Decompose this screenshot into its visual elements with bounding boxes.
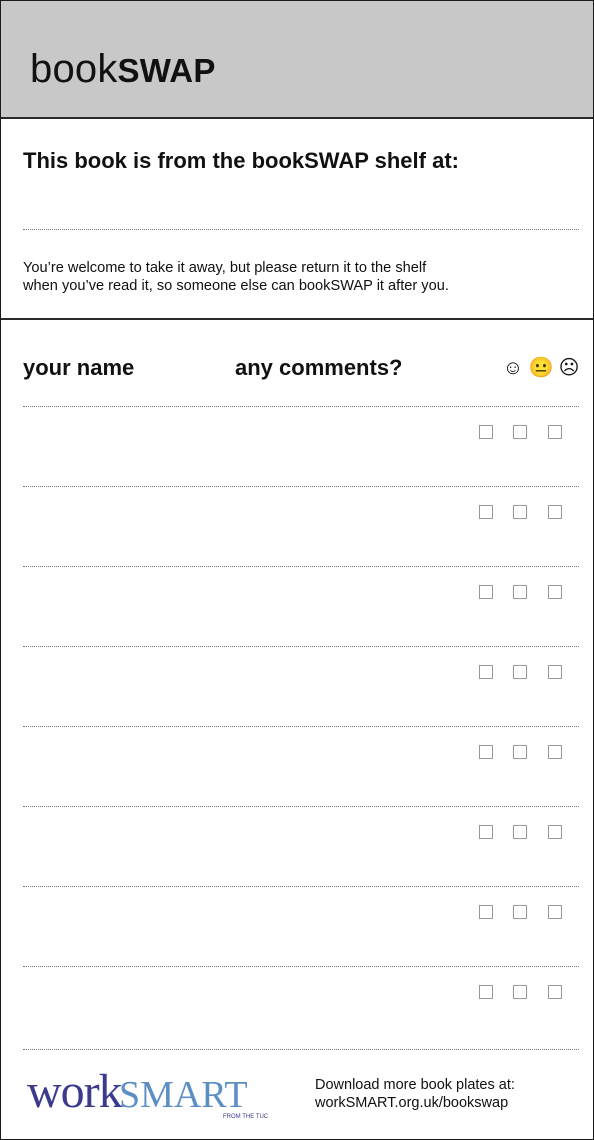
- neutral-face-checkbox[interactable]: [513, 425, 527, 439]
- neutral-face-checkbox[interactable]: [513, 665, 527, 679]
- sad-face-checkbox[interactable]: [548, 585, 562, 599]
- sad-face-checkbox[interactable]: [548, 825, 562, 839]
- entry-line-1[interactable]: [23, 406, 579, 407]
- neutral-face-checkbox[interactable]: [513, 825, 527, 839]
- sad-face-checkbox[interactable]: [548, 425, 562, 439]
- happy-face-checkbox[interactable]: [479, 985, 493, 999]
- sad-face-checkbox[interactable]: [548, 745, 562, 759]
- happy-face-icon: ☺: [502, 357, 524, 379]
- sad-face-checkbox[interactable]: [548, 665, 562, 679]
- happy-face-checkbox[interactable]: [479, 745, 493, 759]
- brand-bold: SWAP: [117, 52, 216, 89]
- worksmart-logo: work SMART FROM THE TUC: [27, 1065, 269, 1120]
- neutral-face-checkbox[interactable]: [513, 985, 527, 999]
- sad-face-checkbox[interactable]: [548, 985, 562, 999]
- download-info: Download more book plates at: workSMART.…: [315, 1076, 515, 1112]
- happy-face-checkbox[interactable]: [479, 425, 493, 439]
- download-line-1: Download more book plates at:: [315, 1077, 515, 1093]
- rating-faces: ☺ 😐 ☹: [499, 355, 583, 381]
- welcome-line-2: when you’ve read it, so someone else can…: [23, 278, 449, 294]
- happy-face-checkbox[interactable]: [479, 665, 493, 679]
- entry-line-3[interactable]: [23, 566, 579, 567]
- happy-face-checkbox[interactable]: [479, 585, 493, 599]
- welcome-line-1: You’re welcome to take it away, but plea…: [23, 260, 427, 276]
- shelf-heading: This book is from the bookSWAP shelf at:: [23, 148, 459, 173]
- neutral-face-checkbox[interactable]: [513, 905, 527, 919]
- welcome-text: You’re welcome to take it away, but plea…: [23, 259, 583, 295]
- download-url[interactable]: workSMART.org.uk/bookswap: [315, 1094, 515, 1112]
- svg-text:FROM THE TUC: FROM THE TUC: [223, 1114, 269, 1120]
- shelf-location-line[interactable]: [23, 229, 579, 230]
- sad-face-checkbox[interactable]: [548, 505, 562, 519]
- svg-text:work: work: [27, 1065, 123, 1118]
- happy-face-checkbox[interactable]: [479, 825, 493, 839]
- footer-line: [23, 1049, 579, 1050]
- section-divider: [1, 318, 593, 320]
- entry-line-2[interactable]: [23, 486, 579, 487]
- bookplate: bookSWAP This book is from the bookSWAP …: [0, 0, 594, 1140]
- svg-text:SMART: SMART: [119, 1074, 248, 1116]
- sad-face-icon: ☹: [558, 357, 580, 379]
- entry-line-5[interactable]: [23, 726, 579, 727]
- column-header-name: your name: [23, 355, 135, 380]
- brand-title: bookSWAP: [30, 43, 216, 97]
- neutral-face-checkbox[interactable]: [513, 745, 527, 759]
- neutral-face-icon: 😐: [528, 357, 554, 379]
- sad-face-checkbox[interactable]: [548, 905, 562, 919]
- entry-line-7[interactable]: [23, 886, 579, 887]
- happy-face-checkbox[interactable]: [479, 905, 493, 919]
- neutral-face-checkbox[interactable]: [513, 505, 527, 519]
- happy-face-checkbox[interactable]: [479, 505, 493, 519]
- neutral-face-checkbox[interactable]: [513, 585, 527, 599]
- brand-plain: book: [30, 47, 118, 91]
- entry-line-8[interactable]: [23, 966, 579, 967]
- entry-line-6[interactable]: [23, 806, 579, 807]
- header-band: bookSWAP: [1, 1, 593, 119]
- column-header-comments: any comments?: [235, 355, 403, 380]
- entry-line-4[interactable]: [23, 646, 579, 647]
